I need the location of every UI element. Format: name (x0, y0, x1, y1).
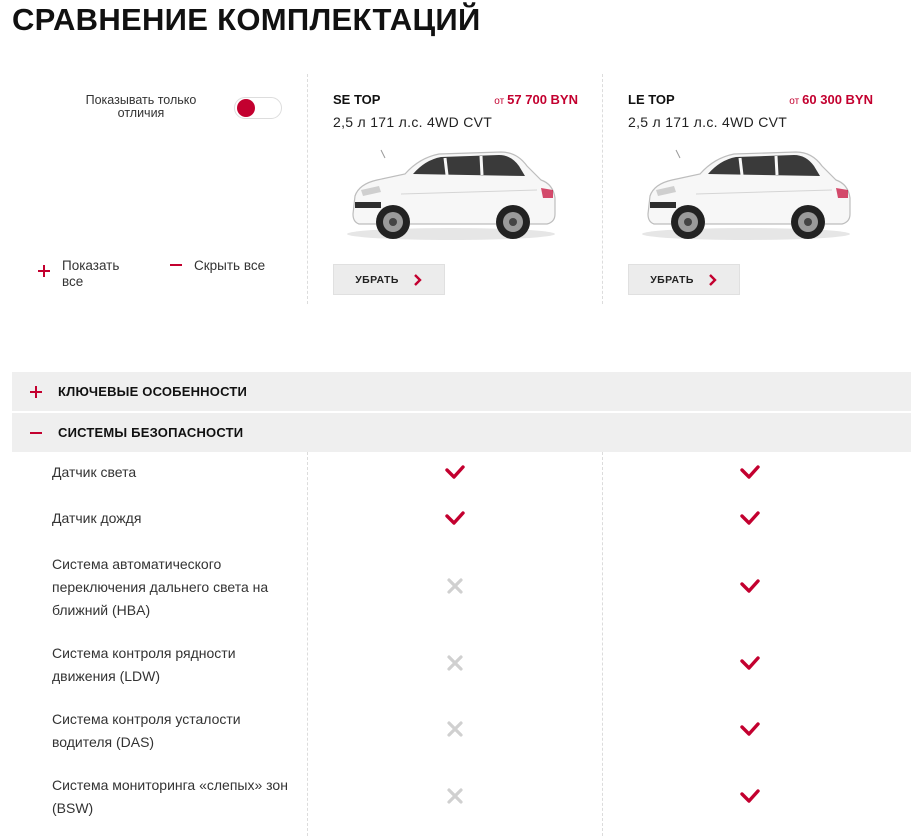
feature-label: Система мониторинга «слепых» зон (BSW) (52, 777, 288, 816)
checkmark-icon (740, 789, 760, 803)
section-title: Ключевые особенности (58, 384, 248, 399)
cross-icon (447, 721, 463, 737)
minus-icon (30, 426, 44, 440)
car-image (347, 149, 556, 240)
page-title: Сравнение комплектаций (12, 2, 481, 37)
cross-icon (447, 788, 463, 804)
show-all-button[interactable]: Показать все (38, 258, 132, 290)
checkmark-icon (740, 511, 760, 525)
plus-icon (38, 264, 52, 278)
hide-all-button[interactable]: Скрыть все (170, 258, 265, 274)
show-all-label: Показать все (62, 258, 120, 289)
feature-label: Датчик дождя (52, 510, 142, 526)
remove-label: УБРАТЬ (650, 273, 694, 286)
checkmark-icon (740, 656, 760, 670)
price-value: 57 700 BYN (507, 92, 578, 107)
chevron-right-icon (708, 273, 717, 286)
column-divider (602, 74, 603, 304)
section-key-features[interactable]: Ключевые особенности (12, 372, 911, 411)
trim-price: от 60 300 BYN (789, 92, 873, 107)
trim-spec: 2,5 л 171 л.с. 4WD CVT (333, 114, 493, 130)
car-image (642, 149, 851, 240)
plus-icon (30, 385, 44, 399)
price-value: 60 300 BYN (802, 92, 873, 107)
cross-icon (447, 655, 463, 671)
column-divider (307, 74, 308, 304)
checkmark-icon (740, 465, 760, 479)
remove-label: УБРАТЬ (355, 273, 399, 286)
toggle-knob (237, 99, 255, 117)
checkmark-icon (445, 511, 465, 525)
chevron-right-icon (413, 273, 422, 286)
feature-label: Система контроля рядности движения (LDW) (52, 645, 236, 684)
price-prefix: от (789, 96, 800, 107)
trim-spec: 2,5 л 171 л.с. 4WD CVT (628, 114, 788, 130)
trim-name: LE TOP (628, 92, 675, 107)
only-differences-toggle[interactable] (234, 97, 282, 119)
remove-trim-button[interactable]: УБРАТЬ (333, 264, 445, 295)
feature-label: Система автоматического переключения дал… (52, 556, 269, 618)
checkmark-icon (445, 465, 465, 479)
section-safety-systems[interactable]: Системы безопасности (12, 413, 911, 452)
cross-icon (447, 578, 463, 594)
feature-label: Датчик света (52, 464, 137, 480)
column-divider (602, 452, 603, 836)
remove-trim-button[interactable]: УБРАТЬ (628, 264, 740, 295)
column-divider (307, 452, 308, 836)
feature-label: Система контроля усталости водителя (DAS… (52, 711, 241, 750)
minus-icon (170, 258, 184, 272)
checkmark-icon (740, 579, 760, 593)
hide-all-label: Скрыть все (194, 258, 266, 273)
section-title: Системы безопасности (58, 425, 244, 440)
trim-price: от 57 700 BYN (494, 92, 578, 107)
checkmark-icon (740, 722, 760, 736)
only-differences-label: Показывать только отличия (85, 93, 197, 120)
trim-name: SE TOP (333, 92, 381, 107)
price-prefix: от (494, 96, 505, 107)
